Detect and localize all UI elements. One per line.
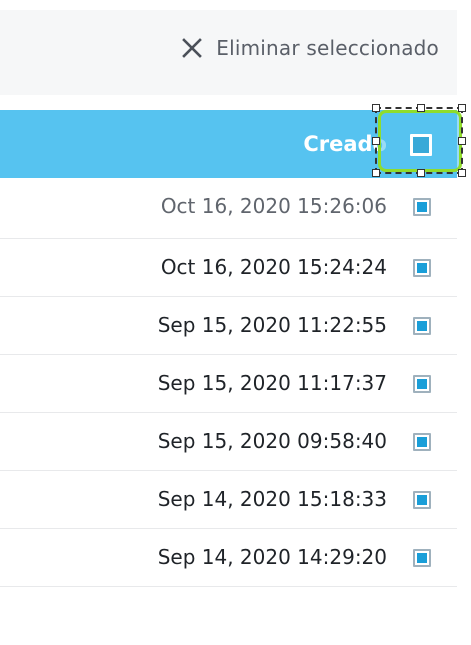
data-table: Creado Oct 16, 2020 15:26:06 Oct 16, 202… [0, 104, 466, 587]
row-checkbox[interactable] [413, 549, 431, 567]
created-date: Oct 16, 2020 15:26:06 [160, 194, 387, 218]
page: Eliminar seleccionado Creado Oct 16, 202… [0, 0, 471, 645]
toolbar: Eliminar seleccionado [0, 10, 457, 95]
created-date: Sep 15, 2020 09:58:40 [157, 429, 387, 453]
resize-handle-br[interactable] [458, 169, 466, 177]
row-checkbox[interactable] [413, 433, 431, 451]
resize-handle-tc[interactable] [417, 104, 425, 112]
delete-selected-button[interactable]: Eliminar seleccionado [182, 36, 439, 60]
resize-handle-tl[interactable] [372, 104, 380, 112]
row-checkbox[interactable] [413, 375, 431, 393]
resize-handle-bl[interactable] [372, 169, 380, 177]
close-icon [182, 38, 203, 58]
row-checkbox[interactable] [413, 198, 431, 216]
element-selection-frame [372, 104, 466, 177]
created-date: Sep 15, 2020 11:22:55 [157, 313, 387, 337]
table-row[interactable]: Sep 14, 2020 15:18:33 [0, 471, 457, 529]
row-checkbox-fill [417, 202, 427, 212]
row-checkbox[interactable] [413, 317, 431, 335]
table-header: Creado [0, 104, 466, 178]
table-row[interactable]: Oct 16, 2020 15:26:06 [0, 178, 457, 239]
row-checkbox-fill [417, 495, 427, 505]
created-date: Sep 14, 2020 14:29:20 [157, 545, 387, 569]
row-checkbox[interactable] [413, 491, 431, 509]
row-checkbox-fill [417, 437, 427, 447]
row-checkbox-fill [417, 379, 427, 389]
created-date: Sep 14, 2020 15:18:33 [157, 487, 387, 511]
row-checkbox-fill [417, 321, 427, 331]
resize-handle-ml[interactable] [372, 137, 380, 145]
table-row[interactable]: Sep 15, 2020 11:17:37 [0, 355, 457, 413]
resize-handle-tr[interactable] [458, 104, 466, 112]
row-checkbox[interactable] [413, 259, 431, 277]
table-row[interactable]: Sep 15, 2020 09:58:40 [0, 413, 457, 471]
created-date: Sep 15, 2020 11:17:37 [157, 371, 387, 395]
row-checkbox-fill [417, 553, 427, 563]
resize-handle-bc[interactable] [417, 169, 425, 177]
table-row[interactable]: Sep 14, 2020 14:29:20 [0, 529, 457, 587]
table-row[interactable]: Sep 15, 2020 11:22:55 [0, 297, 457, 355]
created-date: Oct 16, 2020 15:24:24 [160, 255, 387, 279]
table-row[interactable]: Oct 16, 2020 15:24:24 [0, 239, 457, 297]
resize-handle-mr[interactable] [458, 137, 466, 145]
delete-selected-label: Eliminar seleccionado [216, 36, 439, 60]
row-checkbox-fill [417, 263, 427, 273]
